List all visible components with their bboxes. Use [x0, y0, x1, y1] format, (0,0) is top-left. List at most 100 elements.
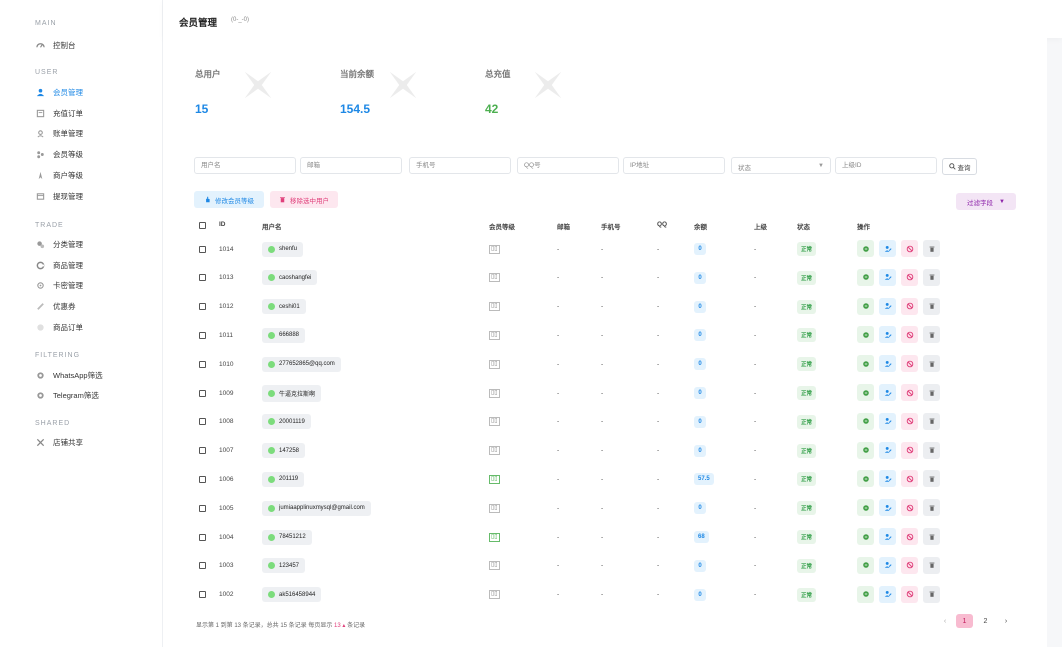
row-checkbox[interactable]: [199, 360, 206, 368]
delete-user-button[interactable]: [923, 470, 940, 488]
pagination-page-1[interactable]: 1: [956, 614, 973, 628]
status-select[interactable]: 状态 ▼: [731, 157, 831, 174]
select-all-checkbox[interactable]: [199, 222, 206, 229]
message-button[interactable]: [857, 355, 874, 373]
phone-input[interactable]: [409, 157, 511, 174]
row-checkbox[interactable]: [199, 591, 206, 599]
username-tag[interactable]: ceshi01: [262, 299, 306, 315]
message-button[interactable]: [857, 297, 874, 315]
sidebar-item[interactable]: 账单管理: [35, 126, 83, 140]
ban-user-button[interactable]: [901, 556, 918, 574]
row-checkbox[interactable]: [199, 303, 206, 311]
message-button[interactable]: [857, 240, 874, 257]
username-tag[interactable]: shenfu: [262, 241, 304, 257]
sidebar-item[interactable]: 店铺共享: [35, 435, 83, 449]
sidebar-item[interactable]: 会员等级: [35, 147, 83, 161]
sidebar-item[interactable]: 提现管理: [35, 189, 83, 203]
username-tag[interactable]: 123457: [262, 558, 306, 574]
row-checkbox[interactable]: [199, 475, 206, 483]
delete-user-button[interactable]: [923, 384, 940, 401]
row-checkbox[interactable]: [199, 562, 206, 570]
username-tag[interactable]: 277652865@qq.com: [262, 356, 341, 372]
edit-user-button[interactable]: [879, 297, 896, 315]
edit-user-button[interactable]: [879, 268, 896, 286]
sidebar-item[interactable]: 控制台: [35, 38, 76, 52]
delete-user-button[interactable]: [923, 528, 940, 545]
sidebar-item[interactable]: Telegram筛选: [35, 388, 99, 402]
sidebar-item[interactable]: 卡密管理: [35, 278, 83, 292]
delete-user-button[interactable]: [923, 268, 940, 286]
sidebar-item[interactable]: 商品管理: [35, 258, 83, 272]
delete-user-button[interactable]: [923, 556, 940, 574]
message-button[interactable]: [857, 441, 874, 459]
parent-id-input[interactable]: [835, 157, 937, 174]
ban-user-button[interactable]: [901, 268, 918, 286]
sidebar-item[interactable]: 商品订单: [35, 320, 83, 334]
edit-user-button[interactable]: [879, 384, 896, 401]
delete-selected-button[interactable]: 移除选中用户: [270, 191, 338, 208]
ban-user-button[interactable]: [901, 412, 918, 430]
pagination-page-2[interactable]: 2: [978, 614, 993, 628]
delete-user-button[interactable]: [923, 355, 940, 373]
email-input[interactable]: [300, 157, 402, 174]
edit-user-button[interactable]: [879, 326, 896, 344]
sidebar-item[interactable]: WhatsApp筛选: [35, 368, 103, 382]
username-tag[interactable]: 20001119: [262, 414, 311, 430]
query-button[interactable]: 查询: [942, 158, 977, 175]
row-checkbox[interactable]: [199, 504, 206, 512]
message-button[interactable]: [857, 470, 874, 488]
delete-user-button[interactable]: [923, 297, 940, 315]
pagination-next[interactable]: ›: [1001, 614, 1011, 628]
ban-user-button[interactable]: [901, 326, 918, 344]
sidebar-item[interactable]: 商户等级: [35, 168, 83, 182]
qq-input[interactable]: [517, 157, 619, 174]
ban-user-button[interactable]: [901, 240, 918, 257]
delete-user-button[interactable]: [923, 441, 940, 459]
username-tag[interactable]: 牛逼克拉斯啊: [262, 384, 322, 402]
sidebar-item[interactable]: 分类管理: [35, 237, 83, 251]
sidebar-item[interactable]: 会员管理: [35, 85, 83, 99]
message-button[interactable]: [857, 326, 874, 344]
edit-user-button[interactable]: [879, 585, 896, 603]
delete-user-button[interactable]: [923, 585, 940, 603]
edit-user-button[interactable]: [879, 470, 896, 488]
pagination-prev[interactable]: ‹: [940, 614, 950, 628]
row-checkbox[interactable]: [199, 274, 206, 282]
message-button[interactable]: [857, 585, 874, 603]
sidebar-item[interactable]: 充值订单: [35, 106, 83, 120]
row-checkbox[interactable]: [199, 331, 206, 339]
row-checkbox[interactable]: [199, 447, 206, 455]
message-button[interactable]: [857, 268, 874, 286]
username-tag[interactable]: ak516458944: [262, 587, 322, 603]
message-button[interactable]: [857, 384, 874, 401]
ban-user-button[interactable]: [901, 585, 918, 603]
row-checkbox[interactable]: [199, 533, 206, 541]
ban-user-button[interactable]: [901, 470, 918, 488]
username-tag[interactable]: caoshangfei: [262, 270, 318, 286]
edit-user-button[interactable]: [879, 412, 896, 430]
username-tag[interactable]: 78451212: [262, 529, 312, 545]
ban-user-button[interactable]: [901, 355, 918, 373]
per-page-select[interactable]: 13 ▴: [334, 623, 345, 629]
username-tag[interactable]: jumiaapplinuxmysql@gmail.com: [262, 500, 371, 516]
message-button[interactable]: [857, 556, 874, 574]
ban-user-button[interactable]: [901, 384, 918, 401]
delete-user-button[interactable]: [923, 412, 940, 430]
ban-user-button[interactable]: [901, 499, 918, 517]
filter-fields-button[interactable]: 过滤字段 ▼: [956, 193, 1016, 210]
username-tag[interactable]: 666888: [262, 327, 306, 343]
row-checkbox[interactable]: [199, 245, 206, 253]
ban-user-button[interactable]: [901, 528, 918, 545]
delete-user-button[interactable]: [923, 326, 940, 344]
ip-input[interactable]: [623, 157, 725, 174]
username-input[interactable]: [194, 157, 296, 174]
edit-user-button[interactable]: [879, 355, 896, 373]
message-button[interactable]: [857, 499, 874, 517]
row-checkbox[interactable]: [199, 389, 206, 397]
message-button[interactable]: [857, 412, 874, 430]
edit-user-button[interactable]: [879, 556, 896, 574]
edit-user-button[interactable]: [879, 441, 896, 459]
row-checkbox[interactable]: [199, 418, 206, 426]
username-tag[interactable]: 147258: [262, 443, 306, 459]
change-level-button[interactable]: 修改会员等级: [194, 191, 264, 208]
